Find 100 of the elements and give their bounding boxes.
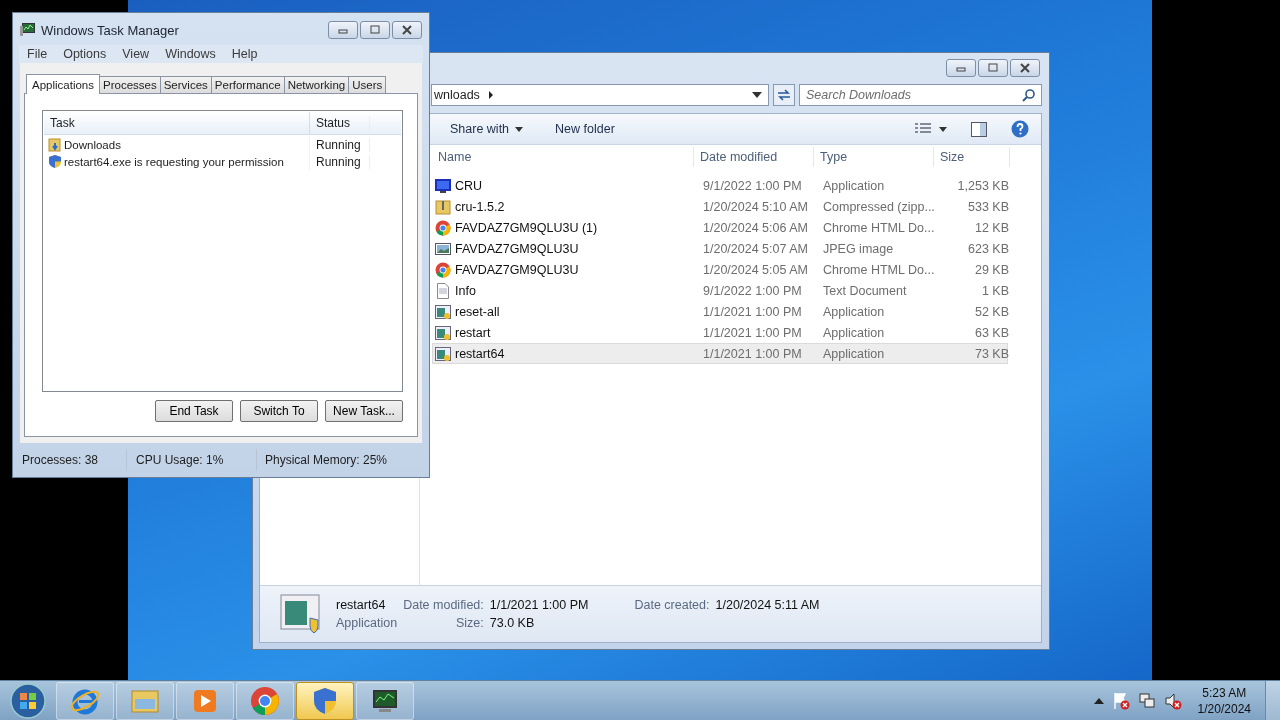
date-cell-text: 9/1/2022 1:00 PM bbox=[702, 283, 803, 298]
task-name: restart64.exe is requesting your permission bbox=[64, 155, 284, 168]
tab[interactable]: Users bbox=[348, 76, 387, 93]
file-row[interactable]: FAVDAZ7GM9QLU3U 1/20/2024 5:05 AM Chrome HTML Do... 29 KB bbox=[432, 259, 1008, 280]
file-row[interactable]: restart 1/1/2021 1:00 PM Application 63 KB bbox=[432, 322, 1008, 343]
status-cell: Running bbox=[310, 137, 370, 152]
file-row[interactable]: FAVDAZ7GM9QLU3U (1) 1/20/2024 5:06 AM Chrome HTML Do... 12 KB bbox=[432, 217, 1008, 238]
file-name: FAVDAZ7GM9QLU3U bbox=[455, 262, 579, 277]
field-value: 1/20/2024 5:11 AM bbox=[715, 598, 820, 612]
field-label: Date created: bbox=[634, 598, 710, 612]
date-cell-text: 1/1/2021 1:00 PM bbox=[702, 325, 803, 340]
dialog-button[interactable]: Switch To bbox=[240, 400, 318, 422]
tab[interactable]: Services bbox=[159, 76, 212, 93]
date-cell-text: 1/20/2024 5:05 AM bbox=[702, 262, 809, 277]
taskbar-button[interactable] bbox=[296, 681, 354, 720]
refresh-icon bbox=[776, 88, 792, 102]
file-row[interactable]: restart64 1/1/2021 1:00 PM Application 73 KB bbox=[432, 343, 1008, 364]
file-name: cru-1.5.2 bbox=[455, 199, 505, 214]
clock-date[interactable]: 1/20/2024 bbox=[1197, 700, 1251, 717]
monitor-icon bbox=[20, 23, 36, 37]
minimize-button[interactable] bbox=[946, 59, 976, 77]
close-icon bbox=[401, 25, 413, 35]
status-cell: Running bbox=[310, 154, 370, 169]
tab[interactable]: Applications bbox=[26, 74, 100, 94]
column-header[interactable]: Name bbox=[432, 147, 694, 167]
date-cell-text: 1/1/2021 1:00 PM bbox=[702, 346, 803, 361]
type-cell-text: Chrome HTML Do... bbox=[822, 220, 936, 235]
size-cell-text: 1 KB bbox=[980, 283, 1010, 298]
tab[interactable]: Networking bbox=[283, 76, 350, 93]
start-button-icon[interactable] bbox=[8, 680, 48, 720]
chrome-icon bbox=[435, 261, 451, 278]
field-label: Size: bbox=[454, 616, 484, 630]
date-cell-text: 1/20/2024 5:06 AM bbox=[702, 220, 809, 235]
date-cell-text: 1/20/2024 5:10 AM bbox=[702, 199, 809, 214]
file-name: reset-all bbox=[455, 304, 500, 319]
column-header[interactable]: Size bbox=[934, 147, 1010, 167]
close-button[interactable] bbox=[1010, 59, 1040, 77]
dialog-button[interactable]: End Task bbox=[155, 400, 233, 422]
file-row[interactable]: FAVDAZ7GM9QLU3U 1/20/2024 5:07 AM JPEG image 623 KB bbox=[432, 238, 1008, 259]
field-label: Date modified: bbox=[403, 598, 484, 612]
application-icon bbox=[280, 594, 322, 634]
size-cell-text: 63 KB bbox=[973, 325, 1010, 340]
minimize-icon bbox=[337, 26, 349, 34]
menu-item[interactable]: File bbox=[19, 47, 56, 61]
column-header[interactable]: Status bbox=[310, 116, 370, 130]
application-icon bbox=[435, 324, 451, 341]
action-center-flag-icon[interactable] bbox=[1111, 691, 1130, 710]
dropdown-arrow-icon[interactable] bbox=[939, 126, 947, 132]
application-icon bbox=[435, 345, 451, 362]
file-row[interactable]: CRU 9/1/2022 1:00 PM Application 1,253 KB bbox=[432, 175, 1008, 196]
menu-item[interactable]: Help bbox=[223, 47, 266, 61]
refresh-button[interactable] bbox=[773, 84, 795, 106]
file-name: restart64 bbox=[336, 598, 387, 612]
preview-pane-icon[interactable] bbox=[971, 121, 987, 137]
view-options-icon[interactable] bbox=[915, 123, 931, 135]
type-cell-text: JPEG image bbox=[822, 241, 895, 256]
zip-folder-icon bbox=[435, 198, 451, 215]
maximize-icon bbox=[987, 63, 999, 73]
column-header[interactable]: Type bbox=[814, 147, 934, 167]
help-icon[interactable] bbox=[1011, 120, 1029, 138]
file-name: Info bbox=[455, 283, 476, 298]
file-name: restart64 bbox=[455, 346, 505, 361]
tab[interactable]: Performance bbox=[210, 76, 285, 93]
column-header[interactable]: Task bbox=[44, 112, 310, 134]
date-cell-text: 9/1/2022 1:00 PM bbox=[702, 178, 803, 193]
column-header[interactable]: Date modified bbox=[694, 147, 814, 167]
dialog-button[interactable]: New Task... bbox=[325, 400, 403, 422]
type-cell-text: Application bbox=[822, 304, 886, 319]
size-cell-text: 73 KB bbox=[973, 346, 1010, 361]
image-file-icon bbox=[435, 240, 451, 257]
address-bar[interactable]: wnloads bbox=[431, 84, 769, 106]
speaker-muted-icon[interactable] bbox=[1163, 691, 1182, 710]
menu-item[interactable]: View bbox=[114, 47, 158, 61]
minimize-button[interactable] bbox=[328, 21, 358, 39]
caret-icon bbox=[515, 126, 524, 132]
file-row[interactable]: reset-all 1/1/2021 1:00 PM Application 52 KB bbox=[432, 301, 1008, 322]
tab[interactable]: Processes bbox=[99, 76, 161, 93]
file-type: Application bbox=[336, 616, 398, 630]
type-cell-text: Text Document bbox=[822, 283, 908, 298]
maximize-icon bbox=[369, 25, 381, 35]
application-icon bbox=[435, 303, 451, 320]
new-folder-button[interactable]: New folder bbox=[551, 120, 619, 138]
close-button[interactable] bbox=[392, 21, 422, 39]
chrome-icon bbox=[249, 684, 281, 717]
search-field[interactable]: Search Downloads bbox=[799, 84, 1042, 106]
field-value: 1/1/2021 1:00 PM bbox=[489, 598, 589, 612]
menu-item[interactable]: Windows bbox=[157, 47, 224, 61]
share-with-button[interactable]: Share with bbox=[446, 120, 528, 138]
file-row[interactable]: cru-1.5.2 1/20/2024 5:10 AM Compressed (zipp... 533 KB bbox=[432, 196, 1008, 217]
network-icon[interactable] bbox=[1137, 691, 1156, 710]
size-cell-text: 12 KB bbox=[973, 220, 1010, 235]
size-cell-text: 29 KB bbox=[973, 262, 1010, 277]
size-cell-text: 533 KB bbox=[967, 199, 1010, 214]
menu-item[interactable]: Options bbox=[55, 47, 115, 61]
show-desktop-button[interactable] bbox=[1265, 680, 1280, 720]
monitor-icon bbox=[435, 177, 451, 194]
clock-time[interactable]: 5:23 AM bbox=[1202, 684, 1247, 701]
show-hidden-icons-icon[interactable] bbox=[1093, 697, 1104, 704]
type-cell-text: Compressed (zipp... bbox=[822, 199, 936, 214]
file-row[interactable]: Info 9/1/2022 1:00 PM Text Document 1 KB bbox=[432, 280, 1008, 301]
